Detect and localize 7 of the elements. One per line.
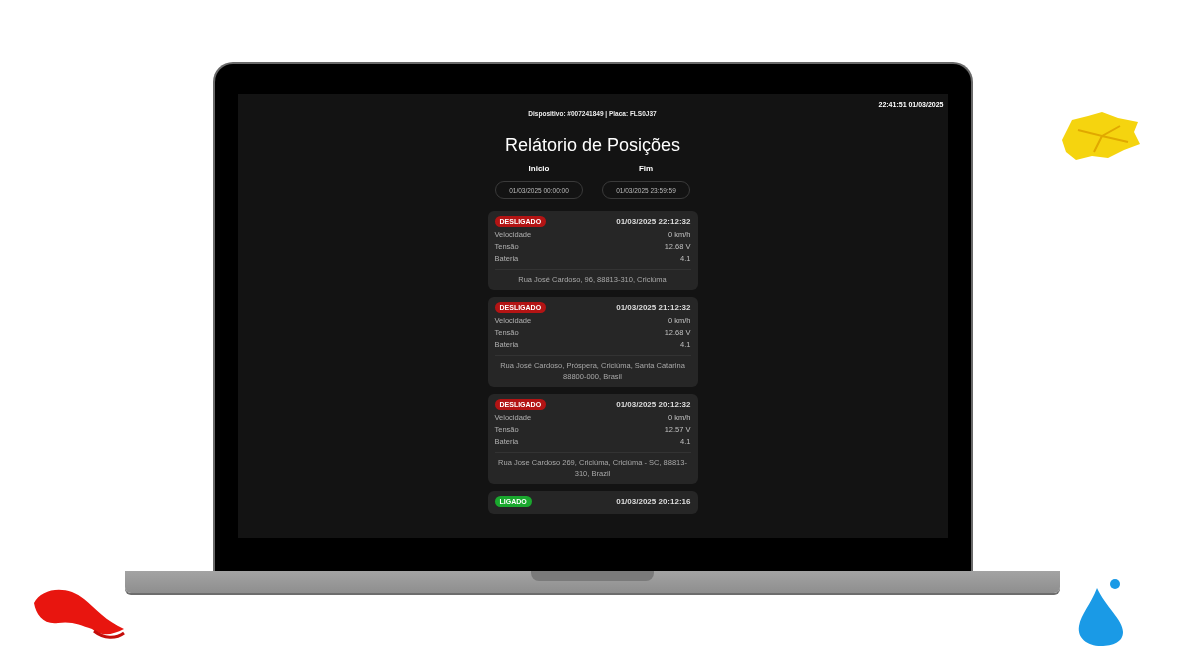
date-label: Inicio <box>528 164 550 173</box>
timestamp: 01/03/2025 20:12:16 <box>616 497 691 506</box>
timestamp: 01/03/2025 21:12:32 <box>616 303 691 312</box>
timestamp: 01/03/2025 20:12:32 <box>616 400 691 409</box>
page-title: Relátorio de Posições <box>504 135 681 156</box>
timestamp: 01/03/2025 22:12:32 <box>616 217 691 226</box>
date-label: Fim <box>638 164 654 173</box>
